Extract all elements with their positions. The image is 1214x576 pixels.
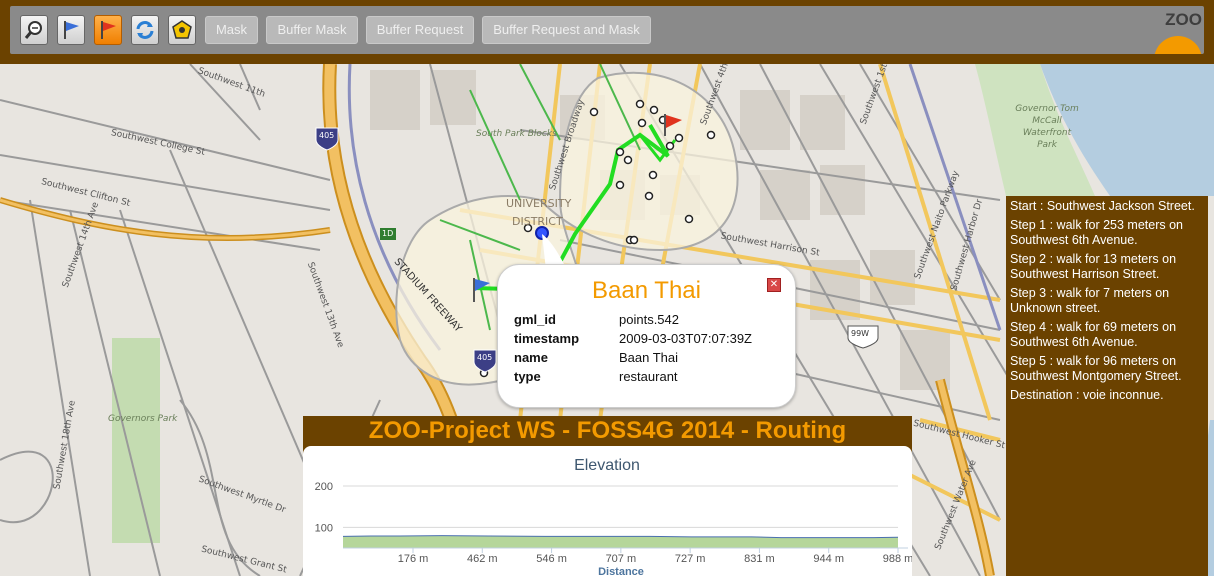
table-row: type restaurant	[514, 367, 752, 386]
attribute-key: gml_id	[514, 312, 556, 327]
x-tick-label: 707 m	[606, 553, 637, 565]
attribute-key: timestamp	[514, 331, 580, 346]
elevation-chart-svg: Elevation 100 200 176 m 462 m 546 m 707 m 727 m…	[315, 457, 912, 576]
logo-text: ZOO	[1165, 10, 1202, 29]
map-label: South Park Blocks	[476, 129, 557, 139]
feature-popup: Baan Thai ✕ gml_id points.542 timestamp …	[497, 264, 796, 408]
table-row: gml_id points.542	[514, 310, 752, 329]
logo-sun-icon	[1154, 36, 1202, 54]
attribute-value: Baan Thai	[619, 350, 679, 365]
y-tick-label: 200	[315, 481, 333, 493]
x-tick-label: 988 m	[883, 553, 912, 565]
x-tick-label: 944 m	[813, 553, 844, 565]
elevation-panel: ZOO-Project WS - FOSS4G 2014 - Routing E…	[303, 416, 912, 576]
buffer-request-button[interactable]: Buffer Request	[366, 16, 474, 44]
buffer-mask-button[interactable]: Buffer Mask	[266, 16, 358, 44]
directions-panel: Start : Southwest Jackson Street. Step 1…	[1006, 196, 1208, 576]
toolbar-panel: Mask Buffer Mask Buffer Request Buffer R…	[10, 6, 1204, 54]
x-tick-label: 176 m	[398, 553, 429, 565]
highway-shield: 99W	[851, 329, 870, 338]
attribute-table: gml_id points.542 timestamp 2009-03-03T0…	[514, 310, 752, 386]
attribute-key: name	[514, 350, 548, 365]
panel-title: ZOO-Project WS - FOSS4G 2014 - Routing	[368, 417, 847, 444]
table-row: name Baan Thai	[514, 348, 752, 367]
x-tick-label: 546 m	[536, 553, 567, 565]
attribute-value: points.542	[619, 312, 679, 327]
exit-marker: 1D	[382, 229, 394, 238]
toolbar: Mask Buffer Mask Buffer Request Buffer R…	[0, 0, 1214, 64]
x-tick-label: 462 m	[467, 553, 498, 565]
attribute-value: 2009-03-03T07:07:39Z	[619, 331, 752, 346]
mask-button[interactable]: Mask	[205, 16, 258, 44]
zoo-logo: ZOO	[1146, 6, 1204, 54]
highway-shield: 405	[319, 131, 335, 140]
direction-step: Step 3 : walk for 7 meters on Unknown st…	[1010, 286, 1170, 315]
start-flag-icon[interactable]	[57, 15, 85, 45]
zoom-icon[interactable]	[20, 15, 48, 45]
x-tick-label: 727 m	[675, 553, 706, 565]
end-flag-icon[interactable]	[94, 15, 122, 45]
direction-step: Step 2 : walk for 13 meters on Southwest…	[1010, 252, 1177, 281]
table-row: timestamp 2009-03-03T07:07:39Z	[514, 329, 752, 348]
buffer-request-and-mask-button[interactable]: Buffer Request and Mask	[482, 16, 651, 44]
direction-step: Step 5 : walk for 96 meters on Southwest…	[1010, 354, 1182, 383]
attribute-value: restaurant	[619, 369, 678, 384]
y-tick-label: 100	[315, 522, 333, 534]
refresh-icon[interactable]	[131, 15, 159, 45]
x-tick-label: 831 m	[744, 553, 775, 565]
chart-title: Elevation	[574, 457, 640, 474]
direction-step: Step 4 : walk for 69 meters on Southwest…	[1010, 320, 1177, 349]
direction-step: Destination : voie inconnue.	[1010, 388, 1164, 402]
highway-shield: 405	[477, 353, 493, 362]
close-icon[interactable]: ✕	[767, 278, 781, 292]
map-label: DISTRICT	[512, 215, 563, 228]
x-axis-label: Distance	[598, 566, 644, 576]
popup-title: Baan Thai	[592, 277, 701, 304]
map-label: Governor Tom McCall Waterfront Park	[1015, 104, 1079, 150]
direction-step: Step 1 : walk for 253 meters on Southwes…	[1010, 218, 1184, 247]
polygon-icon[interactable]	[168, 15, 196, 45]
direction-step: Start : Southwest Jackson Street.	[1010, 199, 1195, 213]
map-label: Governors Park	[108, 414, 178, 424]
map-label: UNIVERSITY	[506, 197, 572, 210]
elevation-chart: Elevation 100 200 176 m 462 m 546 m 707 m 727 m…	[303, 446, 912, 576]
attribute-key: type	[514, 369, 541, 384]
